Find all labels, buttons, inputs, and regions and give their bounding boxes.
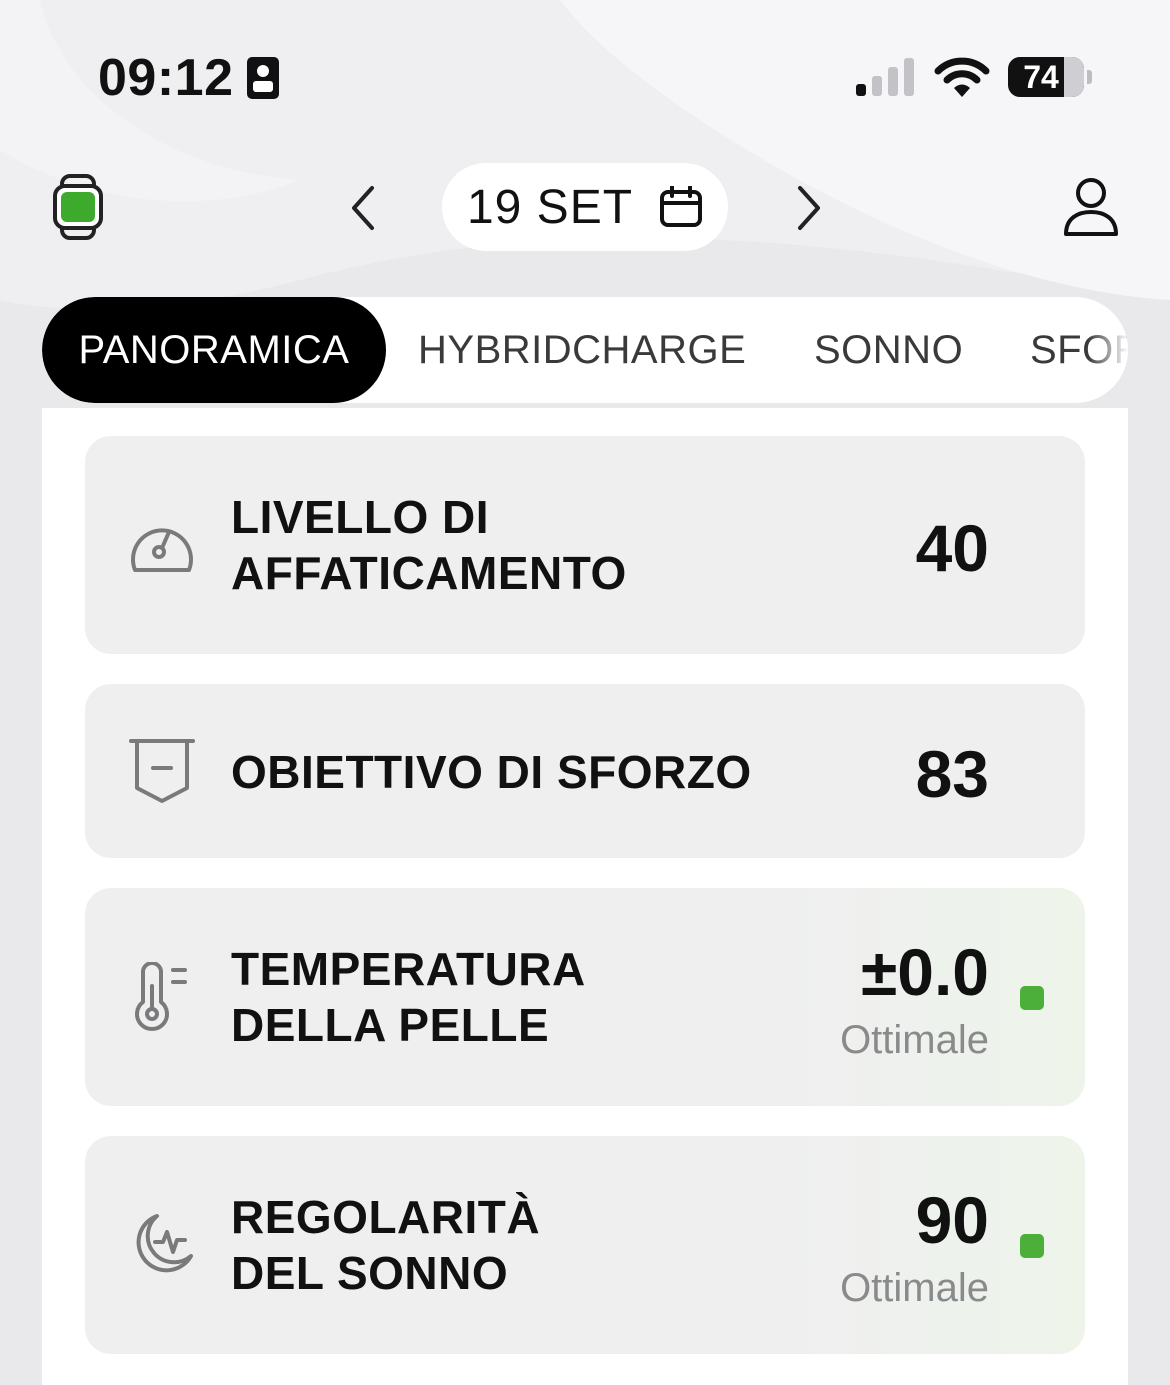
metric-title-line2: DEL SONNO [231,1247,509,1299]
metric-title-line2: DELLA PELLE [231,999,550,1051]
metric-title: OBIETTIVO DI SFORZO [231,744,831,800]
status-indicator-dot [1020,986,1044,1010]
date-label: 19 SET [466,180,634,234]
cellular-signal-icon [856,58,914,96]
metric-card-skin-temperature[interactable]: TEMPERATURA DELLA PELLE ±0.0 Ottimale [85,888,1085,1106]
metric-value: 83 [915,737,989,811]
id-badge-icon [247,57,279,99]
metric-title-line1: LIVELLO DI [231,491,489,543]
profile-icon[interactable] [1062,176,1120,238]
status-time: 09:12 [98,49,234,107]
tab-panoramica[interactable]: PANORAMICA [42,297,386,403]
metric-title-line1: TEMPERATURA [231,943,586,995]
previous-day-icon[interactable] [344,184,384,232]
shield-target-icon [129,739,195,803]
metric-card-fatigue[interactable]: LIVELLO DI AFFATICAMENTO 40 [85,436,1085,654]
metric-card-effort-goal[interactable]: OBIETTIVO DI SFORZO 83 [85,684,1085,858]
metric-title: REGOLARITÀ DEL SONNO [231,1189,791,1301]
metric-title-line1: REGOLARITÀ [231,1191,541,1243]
metric-status: Ottimale [840,1018,989,1062]
metric-value: ±0.0 [861,935,989,1009]
metric-title: TEMPERATURA DELLA PELLE [231,941,791,1053]
battery-indicator: 74 [1008,57,1084,97]
metric-card-sleep-regularity[interactable]: REGOLARITÀ DEL SONNO 90 Ottimale [85,1136,1085,1354]
battery-tip [1087,70,1092,84]
tab-bar: PANORAMICA HYBRIDCHARGE SONNO SFORZO [42,297,1128,403]
next-day-icon[interactable] [788,184,828,232]
date-selector[interactable]: 19 SET [442,163,728,251]
tab-sonno[interactable]: SONNO [814,297,963,403]
thermometer-icon [135,962,187,1031]
metric-title: LIVELLO DI AFFATICAMENTO [231,489,791,601]
metric-value: 40 [915,511,989,585]
metric-title-line1: OBIETTIVO DI SFORZO [231,746,752,798]
metric-title-line2: AFFATICAMENTO [231,547,627,599]
gauge-icon [131,528,193,572]
calendar-icon [660,186,703,227]
status-indicator-dot [1020,1234,1044,1258]
moon-pulse-icon [136,1214,193,1273]
wifi-icon [934,57,990,97]
tab-hybridcharge[interactable]: HYBRIDCHARGE [418,297,746,403]
tab-scroll-fade [1088,297,1128,403]
metric-value: 90 [915,1183,989,1257]
metric-status: Ottimale [840,1266,989,1310]
smartwatch-icon[interactable] [52,174,104,240]
battery-level-text: 74 [1023,59,1059,95]
